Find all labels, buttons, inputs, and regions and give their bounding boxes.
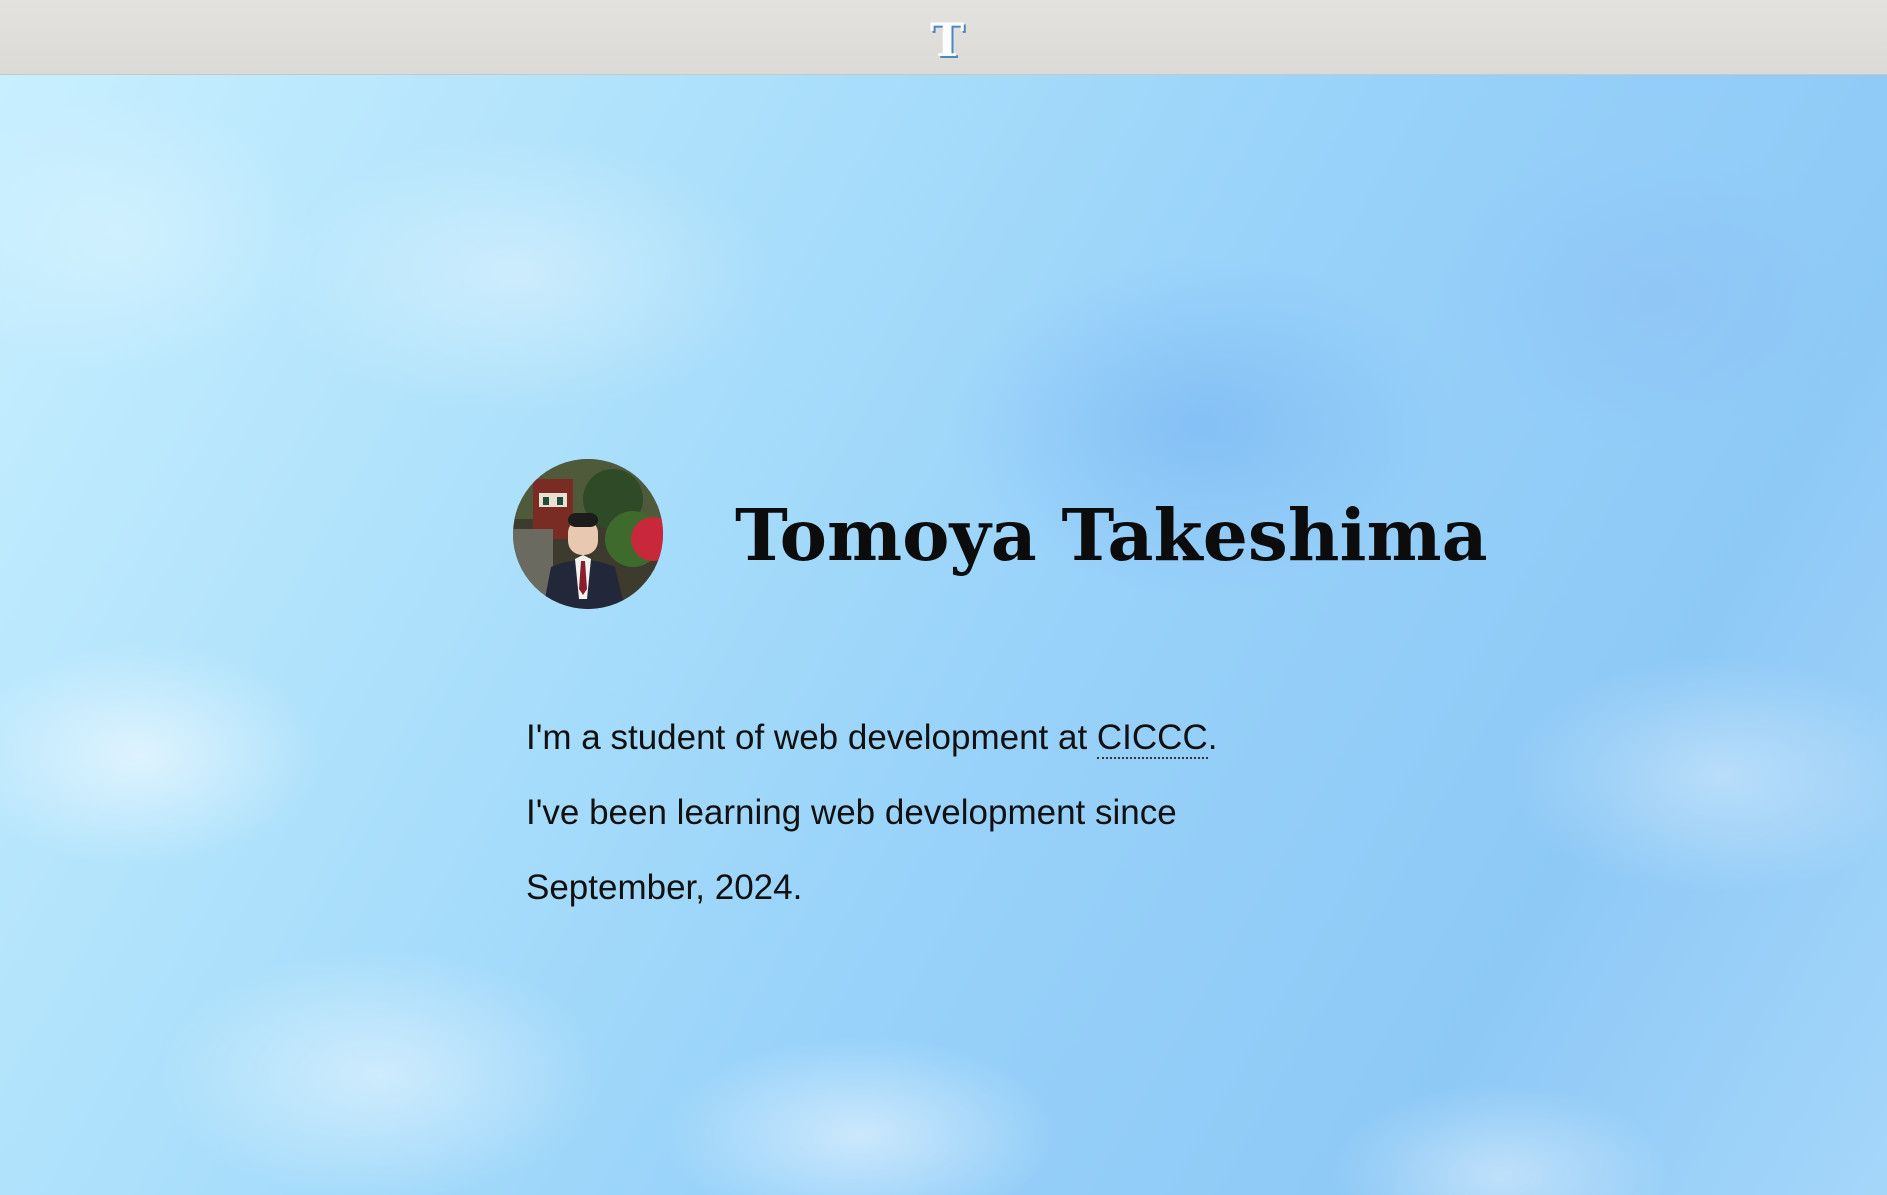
bio-period: . [1207,718,1218,757]
top-bar: T T [0,0,1887,75]
letter-t-logo-icon[interactable]: T T [930,16,970,64]
bio-text: I'm a student of web development at [526,718,1097,757]
bio-line-since: I've been learning web development since… [526,793,1177,907]
svg-text:T: T [930,16,964,64]
profile-avatar [513,459,663,609]
school-abbreviation[interactable]: CICCC [1096,718,1208,759]
sky-background [0,75,1887,1195]
bio-paragraph: I'm a student of web development at CICC… [526,700,1326,925]
bio-line-school: I'm a student of web development at CICC… [526,700,1326,775]
page-title: Tomoya Takeshima [735,493,1488,577]
profile-photo [513,459,663,609]
moon-icon[interactable] [1786,878,1808,900]
